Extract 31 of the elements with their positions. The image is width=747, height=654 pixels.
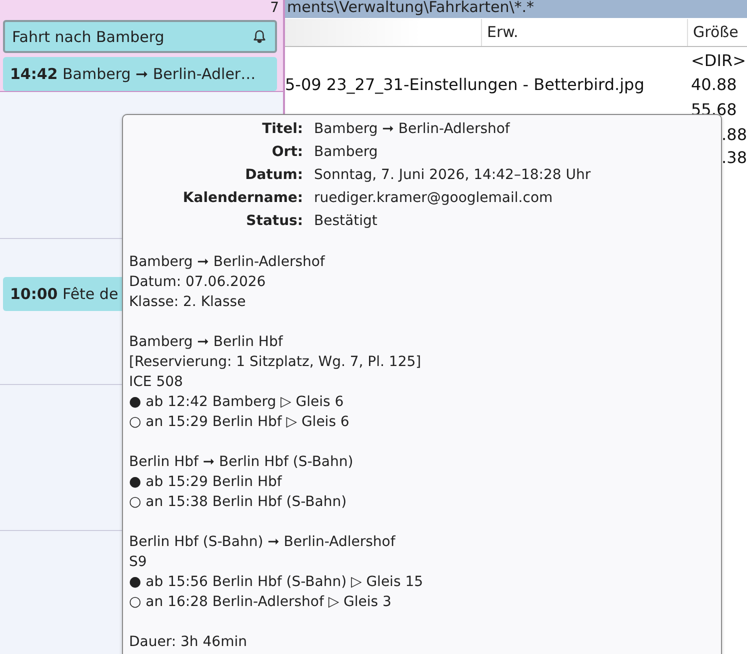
field-label: Kalendername: [182, 189, 303, 208]
field-value: Bestätigt [314, 212, 378, 231]
day-number: 7 [270, 0, 279, 16]
field-value: ruediger.kramer@googlemail.com [314, 189, 554, 208]
description-line: S9 [129, 554, 147, 570]
description-line: ● ab 15:56 Berlin Hbf (S-Bahn) ▷ Gleis 15 [129, 574, 424, 590]
description-line: Bamberg ➞ Berlin-Adlershof [129, 254, 325, 270]
path-bar: ments\Verwaltung\Fahrkarten\*.* [285, 0, 747, 18]
field-value: Sonntag, 7. Juni 2026, 14:42–18:28 Uhr [314, 166, 592, 185]
field-label: Status: [245, 212, 303, 231]
description-line: ○ an 16:28 Berlin-Adlershof ▷ Gleis 3 [129, 594, 392, 610]
field-label: Datum: [244, 166, 303, 185]
description-line: Bamberg ➞ Berlin Hbf [129, 334, 283, 350]
field-value: Bamberg ➞ Berlin-Adlershof [314, 120, 511, 139]
field-value: Bamberg [314, 143, 379, 162]
field-label: Titel: [261, 120, 303, 139]
field-label: Ort: [270, 143, 303, 162]
description-line: ● ab 15:29 Berlin Hbf [129, 474, 282, 490]
file-size: 40.88 [691, 75, 737, 94]
description-line: Berlin Hbf ➞ Berlin Hbf (S-Bahn) [129, 454, 354, 470]
description-line: ICE 508 [129, 374, 183, 390]
description-line: ○ an 15:38 Berlin Hbf (S-Bahn) [129, 494, 347, 510]
description-line: [Reservierung: 1 Sitzplatz, Wg. 7, Pl. 125] [129, 354, 422, 370]
file-size: .88 [722, 125, 747, 144]
file-size: <DIR> [691, 51, 746, 70]
description-line: Dauer: 3h 46min [129, 634, 247, 650]
description-line: Berlin Hbf (S-Bahn) ➞ Berlin-Adlershof [129, 534, 396, 550]
description-line: ● ab 12:42 Bamberg ▷ Gleis 6 [129, 394, 344, 410]
file-name: 5-09 23_27_31-Einstellungen - Betterbird.jpg [285, 75, 644, 94]
description-line: ○ an 15:29 Berlin Hbf ▷ Gleis 6 [129, 414, 350, 430]
file-size: .38 [722, 148, 747, 167]
